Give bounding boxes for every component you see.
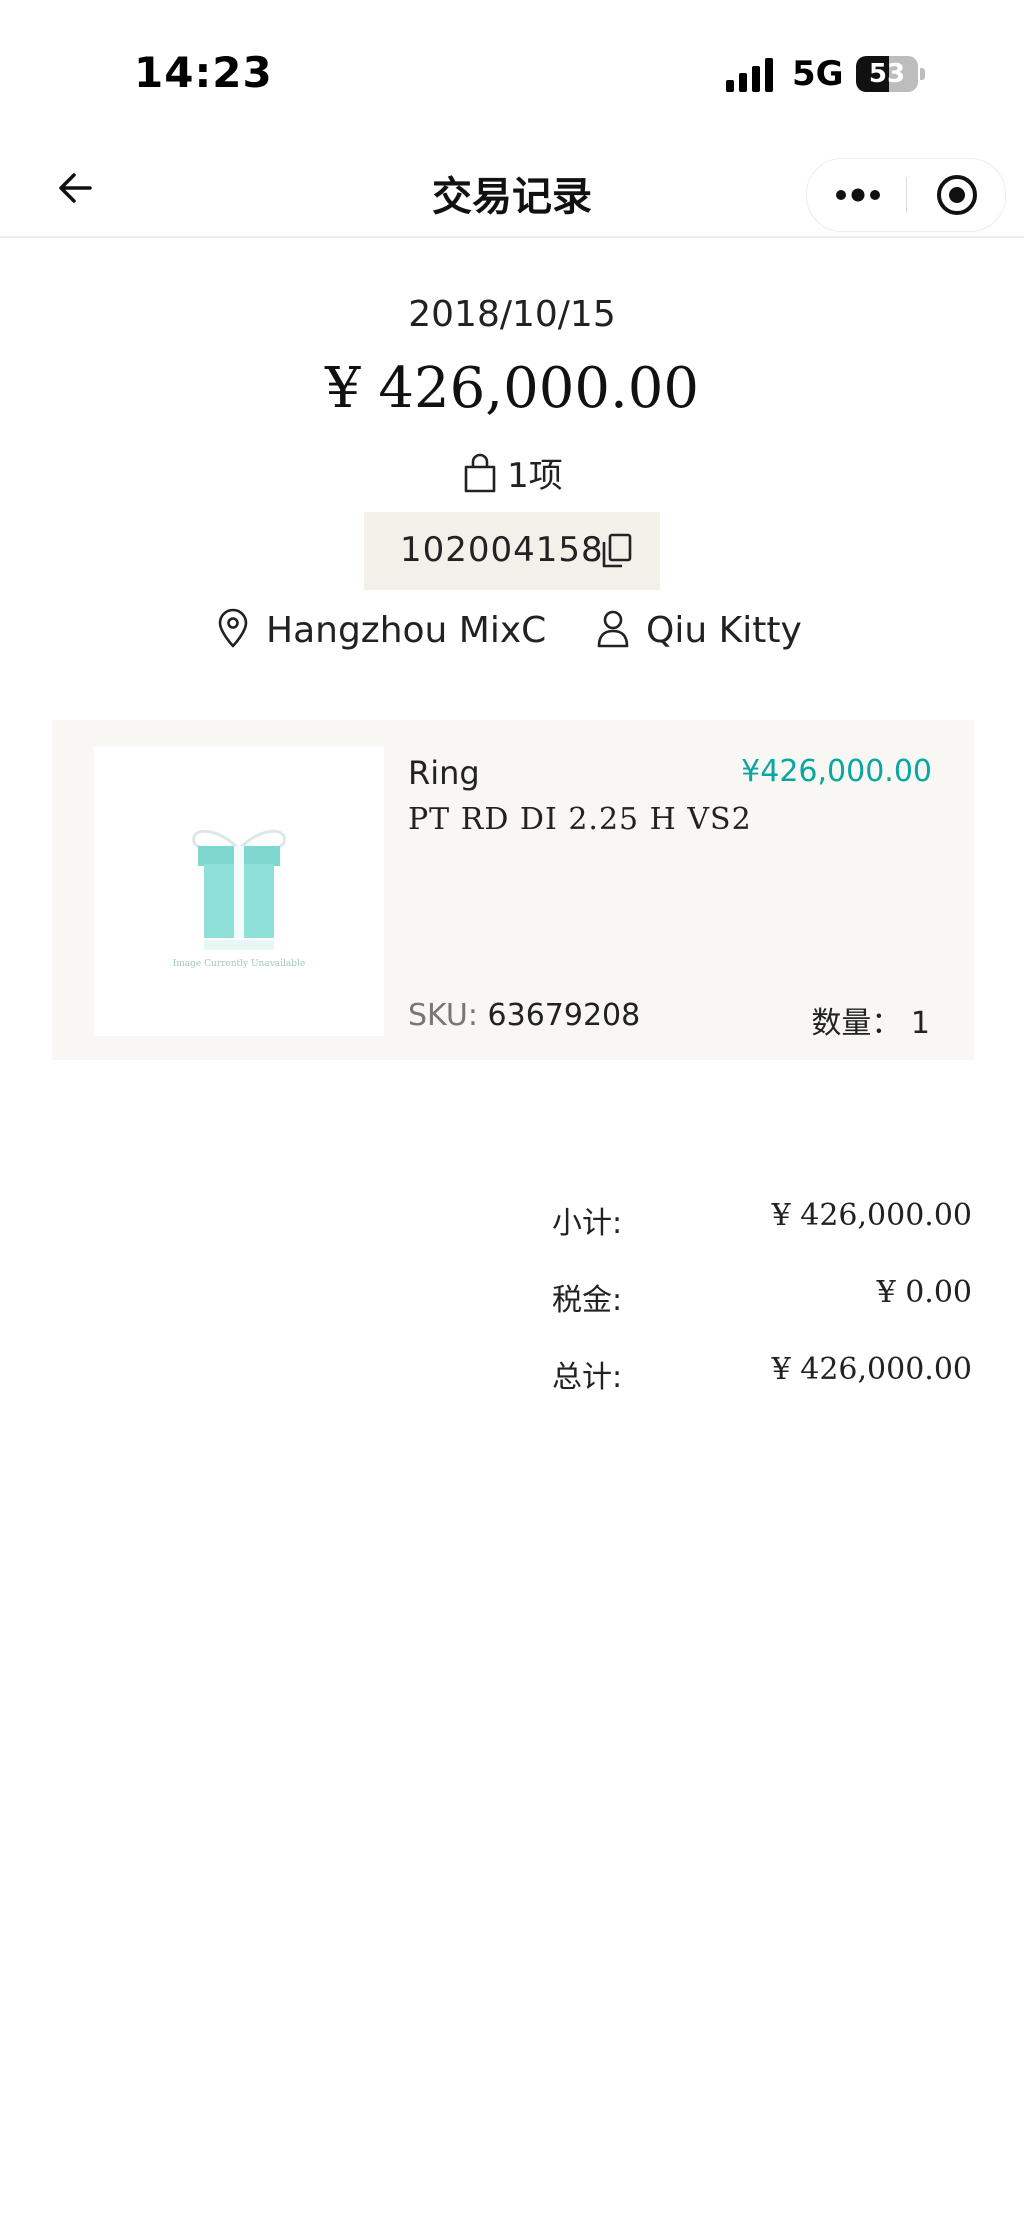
- sku-value: 63679208: [487, 998, 641, 1033]
- location-pin-icon: [218, 608, 248, 648]
- status-bar: 14:23 5G 53: [0, 0, 1024, 140]
- product-quantity: 数量： 1: [811, 1006, 930, 1041]
- store-staff-row: Hangzhou MixC Qiu Kitty: [0, 608, 1024, 658]
- product-image: Image Currently Unavailable: [94, 746, 384, 1036]
- battery-icon: 53: [856, 56, 926, 92]
- transaction-total: ¥ 426,000.00: [324, 356, 700, 421]
- grand-total-value: ¥ 426,000.00: [771, 1352, 972, 1387]
- product-name: Ring: [408, 754, 480, 792]
- battery-level: 53: [868, 59, 906, 89]
- sku-label: SKU:: [408, 998, 478, 1033]
- mini-program-capsule: [806, 158, 1006, 232]
- staff-name: Qiu Kitty: [596, 608, 802, 651]
- product-description: PT RD DI 2.25 H VS2: [408, 802, 752, 837]
- tax-value: ¥ 0.00: [876, 1275, 972, 1310]
- network-label: 5G: [792, 54, 844, 94]
- grand-total-label: 总计:: [552, 1360, 623, 1395]
- order-number: 102004158: [400, 530, 604, 570]
- status-time: 14:23: [134, 48, 273, 97]
- transaction-date: 2018/10/15: [408, 294, 616, 335]
- person-icon: [597, 610, 629, 648]
- subtotal-label: 小计:: [552, 1206, 623, 1241]
- product-card[interactable]: Image Currently Unavailable Ring ¥426,00…: [52, 720, 974, 1060]
- tax-label: 税金:: [552, 1283, 623, 1318]
- nav-bar: 交易记录: [0, 140, 1024, 238]
- shopping-bag-icon: [464, 453, 496, 493]
- target-icon[interactable]: [935, 173, 979, 217]
- subtotal-row: 小计: ¥ 426,000.00: [0, 1198, 1024, 1248]
- store-location: Hangzhou MixC: [216, 608, 546, 651]
- order-number-chip[interactable]: 102004158: [364, 512, 660, 590]
- copy-icon[interactable]: [600, 532, 634, 570]
- item-count-row: 1项: [0, 448, 1024, 497]
- gift-box-icon: Image Currently Unavailable: [173, 829, 306, 969]
- signal-icon: [726, 58, 773, 92]
- grand-total-row: 总计: ¥ 426,000.00: [0, 1352, 1024, 1402]
- product-sku: SKU: 63679208: [408, 998, 640, 1033]
- subtotal-value: ¥ 426,000.00: [771, 1198, 972, 1233]
- product-price: ¥426,000.00: [741, 754, 932, 789]
- more-dots-icon[interactable]: [833, 177, 883, 213]
- tax-row: 税金: ¥ 0.00: [0, 1275, 1024, 1325]
- staff-name-label: Qiu Kitty: [646, 610, 802, 651]
- store-location-label: Hangzhou MixC: [266, 610, 547, 651]
- item-count: 1项: [507, 456, 563, 496]
- image-caption: Image Currently Unavailable: [173, 959, 306, 969]
